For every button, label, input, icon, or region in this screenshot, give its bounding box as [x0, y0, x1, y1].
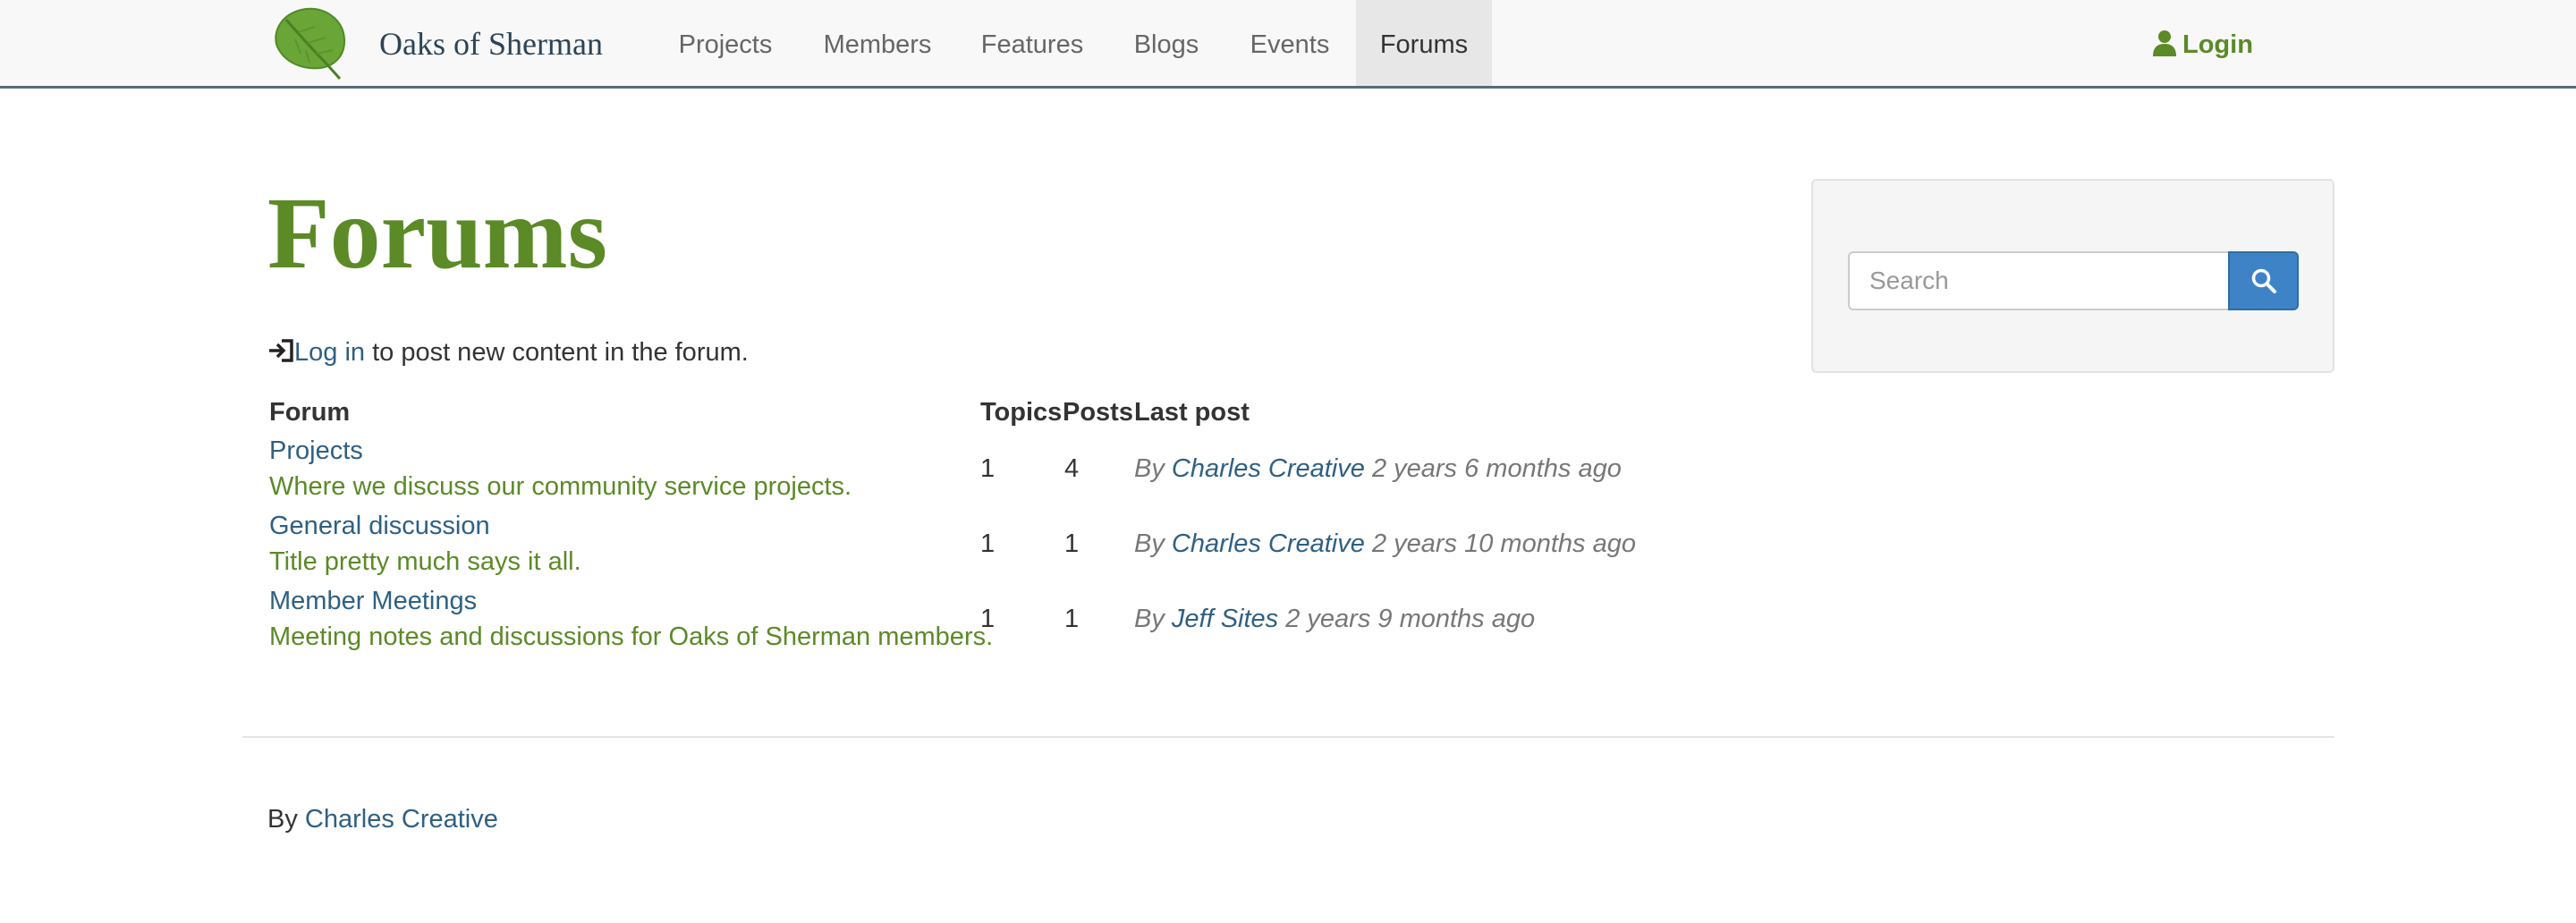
footer-divider — [242, 736, 2334, 738]
posts-count: 1 — [1064, 529, 1080, 558]
sign-in-icon — [269, 339, 293, 362]
forum-link-member-meetings[interactable]: Member Meetings — [269, 585, 477, 617]
nav-forums[interactable]: Forums — [1356, 0, 1492, 86]
last-post-age: 2 years 10 months ago — [1364, 529, 1636, 558]
user-icon — [2153, 30, 2176, 56]
leaf-logo-icon[interactable] — [268, 4, 351, 80]
last-post-by: By — [1134, 605, 1172, 633]
last-post-by: By — [1134, 529, 1172, 558]
nav-features[interactable]: Features — [964, 0, 1100, 86]
nav-blogs[interactable]: Blogs — [1116, 0, 1216, 86]
last-post-author-link[interactable]: Charles Creative — [1172, 529, 1365, 558]
last-post-age: 2 years 6 months ago — [1364, 454, 1622, 483]
header-forum: Forum — [269, 398, 351, 427]
last-post: By Jeff Sites 2 years 9 months ago — [1134, 603, 1535, 635]
footer-credit: By Charles Creative — [267, 803, 498, 835]
brand-name[interactable]: Oaks of Sherman — [379, 24, 603, 64]
forum-link-general-discussion[interactable]: General discussion — [269, 510, 490, 542]
forum-description: Title pretty much says it all. — [269, 547, 581, 576]
footer-prefix: By — [267, 805, 305, 834]
top-navbar: Oaks of Sherman Projects Members Feature… — [0, 0, 2576, 89]
forum-description: Meeting notes and discussions for Oaks o… — [269, 622, 994, 651]
login-label: Login — [2182, 30, 2253, 59]
footer-author-link[interactable]: Charles Creative — [305, 805, 498, 834]
last-post-author-link[interactable]: Jeff Sites — [1172, 605, 1278, 633]
forum-description: Where we discuss our community service p… — [269, 472, 852, 501]
forum-link-projects[interactable]: Projects — [269, 435, 363, 467]
header-topics: Topics — [980, 398, 1063, 427]
search-button[interactable] — [2228, 251, 2299, 310]
header-last-post: Last post — [1134, 398, 1250, 427]
topics-count: 1 — [980, 529, 996, 558]
topics-count: 1 — [980, 605, 996, 633]
login-note: Log in to post new content in the forum. — [267, 336, 749, 368]
page-title: Forums — [267, 176, 607, 290]
last-post-age: 2 years 9 months ago — [1278, 605, 1536, 633]
posts-count: 1 — [1064, 605, 1080, 633]
nav-projects[interactable]: Projects — [660, 0, 791, 86]
topics-count: 1 — [980, 454, 996, 483]
last-post: By Charles Creative 2 years 6 months ago — [1134, 453, 1622, 485]
posts-count: 4 — [1064, 454, 1080, 483]
search-input[interactable] — [1848, 251, 2228, 310]
login-note-text: to post new content in the forum. — [365, 338, 749, 367]
last-post-author-link[interactable]: Charles Creative — [1172, 454, 1365, 483]
search-icon — [2251, 268, 2276, 293]
last-post-by: By — [1134, 454, 1172, 483]
header-posts: Posts — [1063, 398, 1133, 427]
last-post: By Charles Creative 2 years 10 months ag… — [1134, 528, 1636, 560]
nav-members[interactable]: Members — [801, 0, 953, 86]
nav-events[interactable]: Events — [1227, 0, 1352, 86]
login-link[interactable]: Login — [2152, 27, 2253, 63]
login-note-link[interactable]: Log in — [294, 338, 365, 367]
